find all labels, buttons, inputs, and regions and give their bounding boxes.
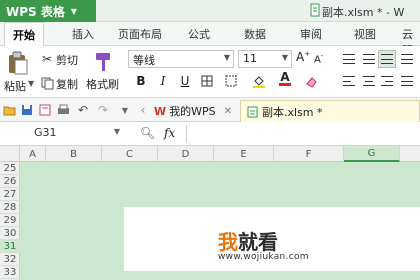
title-bar: WPS 表格 ▼ 副本.xlsm * - W	[0, 0, 420, 22]
row-header-selected[interactable]: 31	[0, 240, 20, 253]
column-header[interactable]: B	[46, 146, 102, 162]
row-header[interactable]: 33	[0, 266, 20, 279]
row-header[interactable]: 25	[0, 162, 20, 175]
ribbon-tab-bar: 开始 插入 页面布局 公式 数据 审阅 视图 云服	[0, 22, 420, 57]
undo-icon[interactable]: ↶	[76, 103, 90, 117]
tab-data[interactable]: 数据	[244, 26, 266, 42]
row-header[interactable]: 29	[0, 214, 20, 227]
row-header[interactable]: 26	[0, 175, 20, 188]
zoom-search-icon[interactable]: 🔍︎	[140, 126, 155, 140]
underline-button[interactable]: U	[176, 72, 194, 90]
paste-button[interactable]: 粘贴	[4, 78, 26, 94]
format-painter-icon	[92, 50, 114, 74]
tab-home[interactable]: 开始	[4, 22, 44, 47]
open-icon[interactable]	[2, 103, 16, 117]
font-grow-icon[interactable]: A+	[296, 50, 310, 64]
row-header[interactable]: 28	[0, 201, 20, 214]
align-top-icon[interactable]	[340, 50, 358, 68]
app-menu-label: WPS 表格	[6, 4, 65, 19]
app-menu-button[interactable]: WPS 表格 ▼	[0, 0, 96, 22]
align-left-icon[interactable]	[340, 72, 358, 90]
cut-button[interactable]: 剪切	[56, 52, 78, 68]
row-header[interactable]: 30	[0, 227, 20, 240]
row-header-bar: 25 26 27 28 29 30 31 32 33	[0, 162, 20, 280]
sheet-file-icon	[310, 3, 320, 17]
font-color-icon[interactable]: A	[276, 70, 294, 88]
chevron-down-icon[interactable]: ▼	[118, 103, 132, 117]
align-middle-icon[interactable]	[360, 50, 378, 68]
tab-view[interactable]: 视图	[354, 26, 376, 42]
align-bottom-icon[interactable]	[378, 50, 396, 68]
divider	[186, 125, 187, 143]
column-header[interactable]: D	[158, 146, 214, 162]
tab-insert[interactable]: 插入	[72, 26, 94, 42]
window-title: 副本.xlsm * - W	[322, 6, 405, 19]
column-header[interactable]: C	[102, 146, 158, 162]
font-shrink-icon[interactable]: A-	[314, 52, 323, 65]
print-icon[interactable]	[56, 103, 70, 117]
insert-function-button[interactable]: fx	[164, 126, 175, 140]
watermark-panel: 我就看 www.wojiukan.com	[124, 207, 420, 271]
bold-button[interactable]: B	[132, 72, 150, 90]
select-all-corner[interactable]	[0, 146, 20, 162]
font-name-value: 等线	[133, 54, 155, 67]
row-header[interactable]: 32	[0, 253, 20, 266]
watermark-logo-part: 就看	[238, 230, 278, 254]
chevron-down-icon: ▼	[223, 53, 230, 62]
copy-icon	[40, 76, 54, 90]
tab-review[interactable]: 审阅	[300, 26, 322, 42]
chevron-down-icon[interactable]: ▼	[28, 79, 34, 88]
quick-access-bar: ↶ ↷ ▼ ‹ W 我的WPS ✕ 副本.xlsm *	[0, 98, 420, 122]
formula-bar: G31 ▼ 🔍︎ fx	[0, 122, 420, 146]
column-header[interactable]: E	[214, 146, 274, 162]
formula-input[interactable]	[192, 127, 416, 143]
chevron-down-icon: ▼	[281, 53, 288, 62]
chevron-down-icon: ▼	[113, 127, 120, 136]
watermark-logo: 我就看	[218, 226, 278, 255]
name-box[interactable]: G31 ▼	[4, 126, 124, 143]
copy-button[interactable]: 复制	[56, 76, 78, 92]
justify-icon[interactable]	[398, 72, 416, 90]
align-center-icon[interactable]	[360, 72, 378, 90]
font-size-value: 11	[243, 52, 257, 65]
scissors-icon: ✂	[41, 52, 53, 66]
sheet-icon	[247, 106, 258, 117]
watermark-logo-part: 我	[218, 230, 238, 254]
column-header[interactable]: F	[274, 146, 344, 162]
merge-cells-icon[interactable]	[222, 72, 240, 90]
watermark-url: www.wojiukan.com	[218, 252, 309, 262]
cell-reference: G31	[34, 126, 57, 139]
tab-page-layout[interactable]: 页面布局	[118, 26, 162, 42]
redo-icon[interactable]: ↷	[96, 103, 110, 117]
format-painter-button[interactable]: 格式刷	[86, 76, 119, 92]
print-preview-icon[interactable]	[38, 103, 52, 117]
wps-logo-icon: W	[154, 104, 167, 118]
column-header-selected[interactable]: G	[344, 146, 400, 162]
doc-tab-label: 我的WPS	[169, 105, 216, 118]
paste-icon[interactable]	[6, 50, 30, 76]
wrap-text-icon[interactable]	[398, 50, 416, 68]
doc-tab-label: 副本.xlsm *	[262, 105, 323, 119]
tab-formulas[interactable]: 公式	[188, 26, 210, 42]
font-size-select[interactable]: 11 ▼	[238, 50, 292, 68]
align-right-icon[interactable]	[378, 72, 396, 90]
font-name-select[interactable]: 等线 ▼	[128, 50, 234, 68]
clear-format-icon[interactable]	[302, 72, 320, 90]
row-header[interactable]: 27	[0, 188, 20, 201]
save-icon[interactable]	[20, 103, 34, 117]
doc-tab-my-wps[interactable]: W 我的WPS ✕	[148, 100, 238, 122]
chevron-down-icon: ▼	[70, 6, 78, 16]
italic-button[interactable]: I	[154, 72, 172, 90]
doc-tab-active[interactable]: 副本.xlsm *	[240, 100, 420, 122]
close-icon[interactable]: ✕	[224, 106, 232, 117]
fill-color-icon[interactable]	[250, 72, 268, 90]
column-header[interactable]: A	[20, 146, 46, 162]
border-icon[interactable]	[198, 72, 216, 90]
column-header-bar: A B C D E F G	[0, 146, 420, 162]
ribbon-home-panel: 粘贴 ▼ ✂ 剪切 复制 格式刷 等线 ▼ 11 ▼ A+ A- B I U A	[0, 46, 420, 98]
